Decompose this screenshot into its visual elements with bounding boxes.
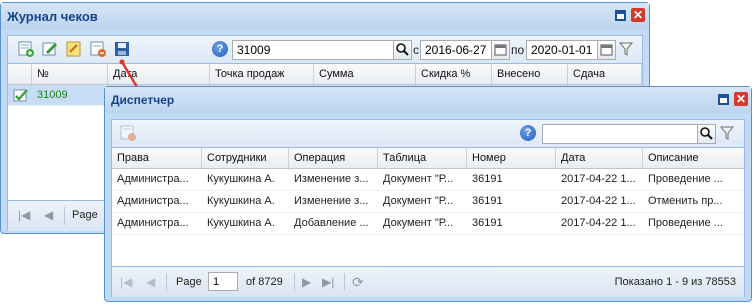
maximize-icon[interactable] bbox=[718, 94, 729, 105]
prev-page-icon[interactable]: ◀ bbox=[44, 208, 53, 222]
date-cell: 2017-04-22 1... bbox=[561, 217, 636, 229]
description-cell: Проведение ... bbox=[648, 217, 723, 229]
save-disk-icon[interactable] bbox=[114, 41, 130, 57]
delete-record-icon[interactable] bbox=[90, 41, 106, 57]
column-header[interactable]: № bbox=[32, 64, 108, 84]
column-header[interactable]: Права bbox=[112, 148, 202, 168]
page-count-label: of 8729 bbox=[246, 276, 283, 288]
rights-cell: Администра... bbox=[117, 173, 189, 185]
employee-cell: Кукушкина А. bbox=[207, 173, 275, 185]
column-header[interactable]: Сотрудники bbox=[202, 148, 289, 168]
first-page-icon[interactable]: |◀ bbox=[18, 208, 30, 222]
operation-cell: Изменение з... bbox=[294, 173, 369, 185]
date-cell: 2017-04-22 1... bbox=[561, 173, 636, 185]
pager-separator bbox=[294, 273, 295, 291]
checks-journal-title: Журнал чеков bbox=[7, 9, 98, 24]
date-to-field[interactable] bbox=[526, 40, 598, 60]
pager-separator bbox=[344, 273, 345, 291]
column-header[interactable]: Операция bbox=[289, 148, 378, 168]
date-to-label: по bbox=[511, 43, 525, 57]
column-header[interactable]: Точка продаж bbox=[210, 64, 314, 84]
employee-cell: Кукушкина А. bbox=[207, 195, 275, 207]
page-label: Page bbox=[72, 209, 98, 221]
search-input[interactable] bbox=[232, 40, 394, 60]
operation-cell: Добавление ... bbox=[294, 217, 369, 229]
add-record-icon[interactable] bbox=[120, 125, 136, 141]
dispatcher-title: Диспетчер bbox=[111, 93, 175, 107]
edit-record-icon[interactable] bbox=[42, 41, 58, 57]
dispatcher-title-bar[interactable]: Диспетчер ✕ bbox=[105, 87, 751, 113]
column-header[interactable]: Таблица bbox=[378, 148, 467, 168]
add-record-icon[interactable] bbox=[18, 41, 34, 57]
checks-grid-header: № Дата Точка продаж Сумма Скидка % Внесе… bbox=[8, 64, 642, 85]
column-header[interactable]: Сумма bbox=[314, 64, 416, 84]
date-from-picker[interactable] bbox=[492, 40, 510, 60]
pager-separator bbox=[166, 273, 167, 291]
date-cell: 2017-04-22 1... bbox=[561, 195, 636, 207]
dispatcher-toolbar: ? bbox=[112, 120, 744, 148]
date-from-field[interactable] bbox=[420, 40, 492, 60]
help-icon[interactable]: ? bbox=[520, 125, 536, 141]
column-header[interactable]: Внесено bbox=[492, 64, 568, 84]
close-icon[interactable]: ✕ bbox=[734, 92, 748, 106]
checks-journal-toolbar: ? с по bbox=[8, 36, 642, 64]
search-trigger[interactable] bbox=[394, 40, 412, 60]
number-cell: 36191 bbox=[472, 173, 503, 185]
date-to-picker[interactable] bbox=[598, 40, 616, 60]
date-from-label: с bbox=[413, 43, 419, 57]
operation-cell: Изменение з... bbox=[294, 195, 369, 207]
description-cell: Отменить пр... bbox=[648, 195, 723, 207]
close-icon[interactable]: ✕ bbox=[631, 8, 645, 22]
pager-separator bbox=[64, 207, 65, 225]
search-icon bbox=[700, 127, 713, 140]
refresh-icon[interactable]: ⟳ bbox=[352, 274, 364, 291]
column-header[interactable]: Дата bbox=[556, 148, 643, 168]
table-row[interactable]: Администра... Кукушкина А. Изменение з..… bbox=[112, 169, 744, 191]
table-row[interactable]: Администра... Кукушкина А. Добавление ..… bbox=[112, 213, 744, 235]
calendar-icon bbox=[600, 44, 613, 56]
search-input[interactable] bbox=[542, 124, 698, 144]
column-header[interactable]: Номер bbox=[467, 148, 556, 168]
next-page-icon[interactable]: ▶ bbox=[302, 275, 311, 289]
display-info: Показано 1 - 9 из 78553 bbox=[614, 276, 736, 288]
description-cell: Проведение ... bbox=[648, 173, 723, 185]
calendar-icon bbox=[494, 44, 507, 56]
table-cell: Документ "Р... bbox=[383, 173, 454, 185]
filter-icon[interactable] bbox=[719, 125, 735, 141]
help-icon[interactable]: ? bbox=[212, 41, 228, 57]
rights-cell: Администра... bbox=[117, 195, 189, 207]
column-header bbox=[8, 64, 32, 84]
number-cell: 36191 bbox=[472, 217, 503, 229]
table-cell: Документ "Р... bbox=[383, 217, 454, 229]
page-number-input[interactable] bbox=[208, 272, 238, 291]
prev-page-icon[interactable]: ◀ bbox=[146, 275, 155, 289]
search-trigger[interactable] bbox=[698, 124, 716, 144]
column-header[interactable]: Сдача bbox=[568, 64, 642, 84]
column-header[interactable]: Скидка % bbox=[416, 64, 492, 84]
dispatcher-pager: |◀ ◀ Page of 8729 ▶ ▶| ⟳ Показано 1 - 9 … bbox=[112, 266, 744, 297]
search-icon bbox=[396, 43, 409, 56]
table-cell: Документ "Р... bbox=[383, 195, 454, 207]
last-page-icon[interactable]: ▶| bbox=[322, 275, 334, 289]
first-page-icon[interactable]: |◀ bbox=[120, 275, 132, 289]
checks-journal-title-bar[interactable]: Журнал чеков ✕ bbox=[1, 3, 649, 29]
dispatcher-grid-header: Права Сотрудники Операция Таблица Номер … bbox=[112, 148, 746, 169]
check-ok-icon bbox=[13, 87, 29, 103]
check-number-cell: 31009 bbox=[37, 89, 68, 101]
employee-cell: Кукушкина А. bbox=[207, 217, 275, 229]
column-header[interactable]: Описание bbox=[643, 148, 746, 168]
table-row[interactable]: Администра... Кукушкина А. Изменение з..… bbox=[112, 191, 744, 213]
rights-cell: Администра... bbox=[117, 217, 189, 229]
copy-record-icon[interactable] bbox=[66, 41, 82, 57]
dispatcher-panel: ? Права Сотрудники Операция Таблица Номе… bbox=[111, 119, 746, 297]
maximize-icon[interactable] bbox=[615, 10, 626, 21]
dispatcher-window: Диспетчер ✕ ? Права Сотрудники Операция … bbox=[104, 86, 752, 302]
page-label: Page bbox=[176, 276, 202, 288]
number-cell: 36191 bbox=[472, 195, 503, 207]
filter-icon[interactable] bbox=[618, 41, 634, 57]
